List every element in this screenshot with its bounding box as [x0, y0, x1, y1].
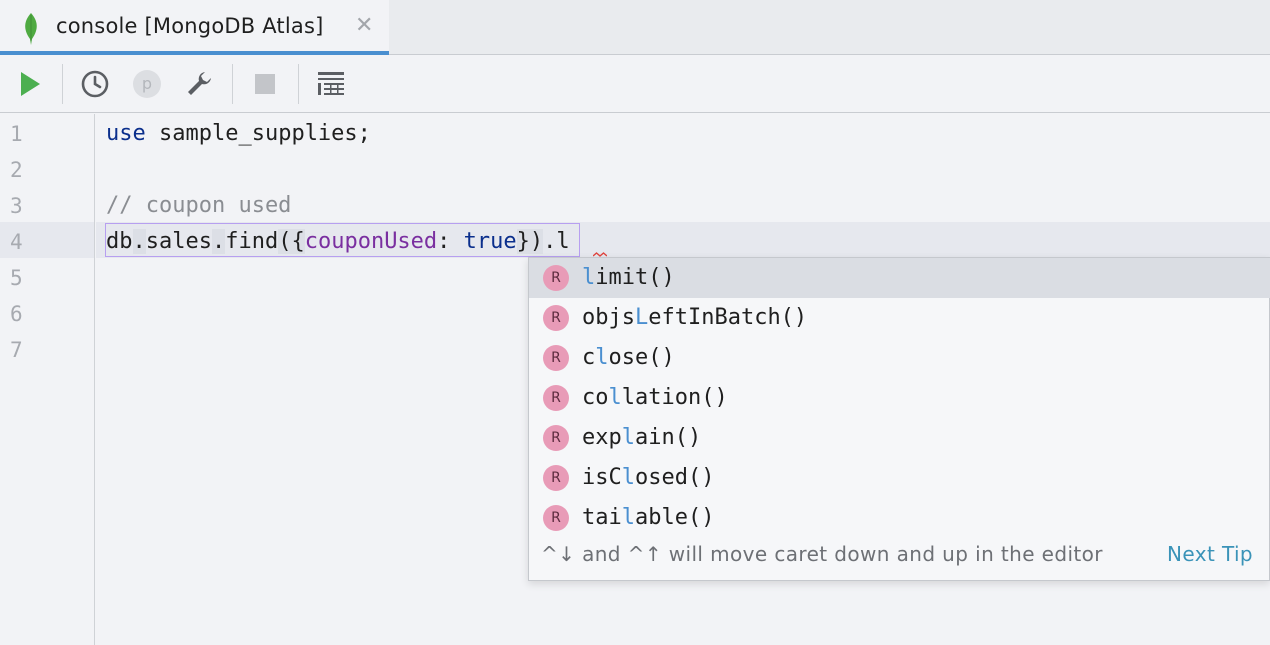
completion-item-label: limit() [582, 265, 675, 290]
line-number: 6 [10, 302, 23, 326]
tab-bar: console [MongoDB Atlas] ✕ [0, 0, 1270, 55]
output-button[interactable] [313, 66, 349, 102]
toolbar-separator [62, 64, 63, 104]
method-badge: R [543, 265, 569, 291]
method-badge: R [543, 465, 569, 491]
code-line-3-comment: // coupon used [106, 193, 292, 218]
clock-icon [81, 70, 109, 98]
completion-item-label: objsLeftInBatch() [582, 305, 808, 330]
completion-item-objsleftinbatch[interactable]: R objsLeftInBatch() [529, 298, 1270, 338]
completion-popup: R limit() R objsLeftInBatch() R close() … [528, 257, 1270, 581]
completion-item-label: collation() [582, 385, 728, 410]
completion-item-tailable[interactable]: R tailable() [529, 498, 1270, 538]
mongodb-leaf-icon [25, 13, 37, 45]
method-badge: R [543, 345, 569, 371]
method-badge: R [543, 385, 569, 411]
completion-item-isclosed[interactable]: R isClosed() [529, 458, 1270, 498]
line-number: 5 [10, 266, 23, 290]
keyword: use [106, 121, 146, 146]
line-number-gutter: 1 2 3 4 5 6 7 [0, 114, 95, 645]
completion-item-collation[interactable]: R collation() [529, 378, 1270, 418]
completion-item-limit[interactable]: R limit() [529, 258, 1270, 298]
run-button[interactable] [12, 66, 48, 102]
expression-highlight [105, 223, 580, 257]
toolbar-separator [298, 64, 299, 104]
parameters-button[interactable]: p [129, 66, 165, 102]
completion-item-explain[interactable]: R explain() [529, 418, 1270, 458]
play-icon [21, 72, 40, 96]
table-icon [318, 72, 344, 95]
method-badge: R [543, 305, 569, 331]
completion-tip: ^↓ and ^↑ will move caret down and up in… [541, 542, 1103, 566]
toolbar-separator [232, 64, 233, 104]
line-number: 2 [10, 158, 23, 182]
line-number: 7 [10, 338, 23, 362]
completion-item-label: tailable() [582, 505, 715, 530]
completion-item-label: close() [582, 345, 675, 370]
method-badge: R [543, 505, 569, 531]
p-icon: p [133, 70, 161, 98]
history-button[interactable] [77, 66, 113, 102]
next-tip-link[interactable]: Next Tip [1167, 542, 1253, 566]
completion-item-label: isClosed() [582, 465, 715, 490]
code-text: sample_supplies; [145, 121, 371, 146]
line-number: 1 [10, 122, 23, 146]
svg-text:p: p [142, 74, 152, 93]
code-line-1: use sample_supplies; [106, 116, 371, 152]
line-number: 3 [10, 194, 23, 218]
method-badge: R [543, 425, 569, 451]
settings-button[interactable] [181, 66, 217, 102]
tab-title: console [MongoDB Atlas] [56, 14, 324, 38]
completion-item-label: explain() [582, 425, 702, 450]
completion-item-close[interactable]: R close() [529, 338, 1270, 378]
toolbar: p [0, 56, 1270, 113]
tab-console[interactable]: console [MongoDB Atlas] ✕ [0, 0, 389, 55]
stop-icon [255, 74, 275, 94]
stop-button[interactable] [247, 66, 283, 102]
close-icon[interactable]: ✕ [355, 14, 373, 38]
wrench-icon [188, 72, 211, 95]
line-number: 4 [10, 230, 23, 254]
